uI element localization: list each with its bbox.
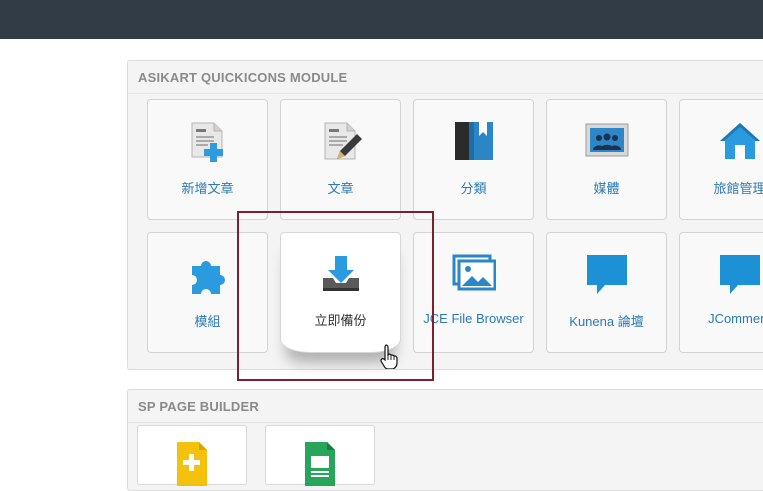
article-icon	[324, 122, 362, 160]
tile-categories[interactable]: 分類	[413, 99, 534, 220]
module-title: SP PAGE BUILDER	[138, 399, 259, 414]
category-icon	[454, 122, 493, 160]
highlight-box	[237, 211, 434, 381]
puzzle-icon	[191, 261, 225, 294]
tile-label: Kunena 論壇	[569, 314, 644, 329]
tile-media[interactable]: 媒體	[546, 99, 667, 220]
media-icon	[585, 123, 628, 157]
tile-add-article[interactable]: 新增文章	[147, 99, 268, 220]
tile-label: 新增文章	[181, 181, 234, 196]
home-icon	[719, 123, 760, 159]
top-navbar	[0, 0, 763, 39]
add-article-icon	[191, 122, 223, 162]
tile-label: JComment	[708, 311, 763, 326]
chat-bubble-icon	[586, 255, 627, 294]
image-browser-icon	[452, 254, 496, 291]
tile-add-page[interactable]	[137, 425, 247, 486]
module-divider	[128, 93, 763, 94]
hand-cursor-icon	[380, 344, 398, 369]
tile-articles[interactable]: 文章	[280, 99, 401, 220]
module-title: ASIKART QUICKICONS MODULE	[138, 70, 348, 85]
module-divider	[128, 422, 763, 423]
tile-hotel-management[interactable]: 旅館管理	[679, 99, 763, 220]
tile-kunena-forum[interactable]: Kunena 論壇	[546, 232, 667, 353]
tile-label: 文章	[327, 181, 354, 196]
add-page-icon	[177, 442, 207, 486]
tile-label: 分類	[460, 181, 487, 196]
chat-bubble-icon	[719, 255, 760, 294]
tile-jcomment[interactable]: JComment	[679, 232, 763, 353]
tile-label: 旅館管理	[713, 181, 763, 196]
tile-label: 媒體	[593, 181, 620, 196]
tile-pages[interactable]	[265, 425, 375, 486]
pages-icon	[305, 442, 335, 486]
